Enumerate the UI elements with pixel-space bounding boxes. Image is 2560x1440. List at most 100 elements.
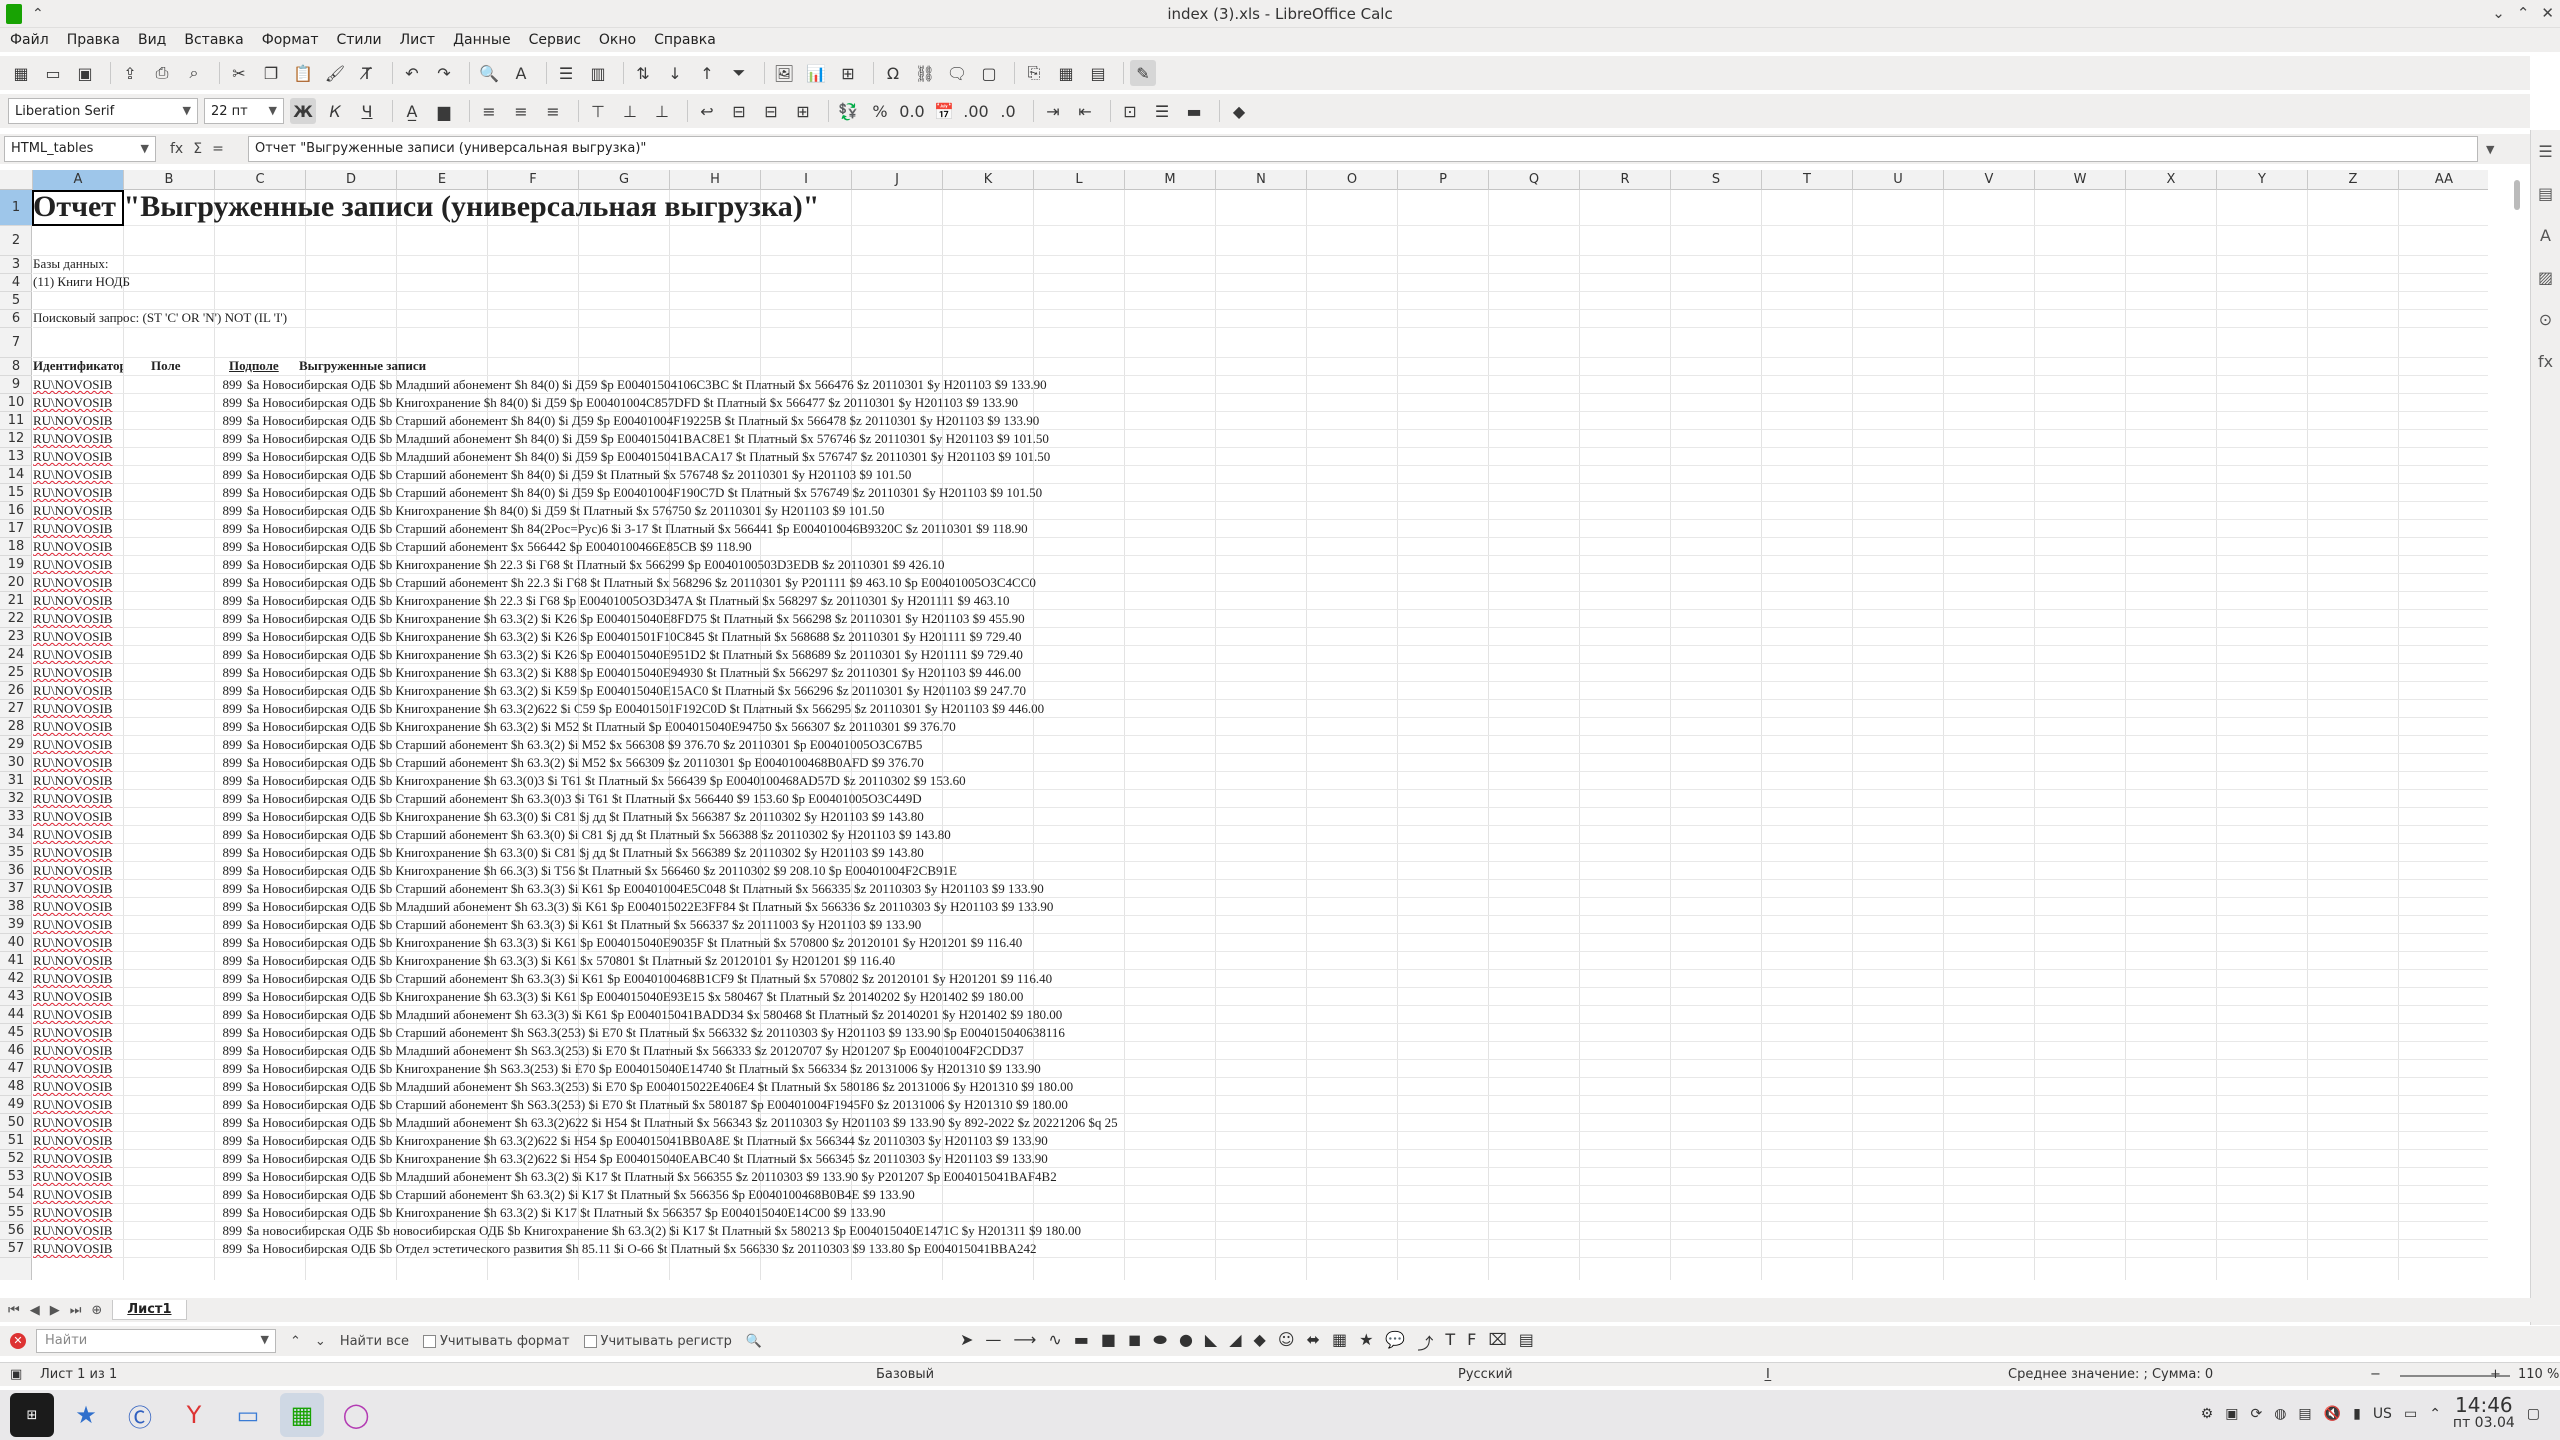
column-header-J[interactable]: J xyxy=(852,170,943,190)
row-header-38[interactable]: 38 xyxy=(0,898,32,916)
menu-tools[interactable]: Сервис xyxy=(529,32,581,48)
cut-icon[interactable]: ✂ xyxy=(226,60,252,86)
merge-cells-icon[interactable]: ⊟ xyxy=(726,98,752,124)
column-header-X[interactable]: X xyxy=(2126,170,2217,190)
row-header-49[interactable]: 49 xyxy=(0,1096,32,1114)
align-bottom-icon[interactable]: ⊥ xyxy=(649,98,675,124)
special-character-icon[interactable]: Ω xyxy=(880,60,906,86)
clipboard-tray-icon[interactable]: ▤ xyxy=(2298,1406,2311,1422)
volume-tray-icon[interactable]: 🔇 xyxy=(2324,1406,2341,1422)
settings-tray-icon[interactable]: ⚙ xyxy=(2201,1406,2214,1422)
column-header-E[interactable]: E xyxy=(397,170,488,190)
table-row[interactable]: RU\NOVOSIB 899 $a Новосибирская ОДБ $b Кни… xyxy=(33,772,2488,790)
column-header-V[interactable]: V xyxy=(1944,170,2035,190)
display-tray-icon[interactable]: ▭ xyxy=(2404,1406,2417,1422)
table-row[interactable]: RU\NOVOSIB 899 $a Новосибирская ОДБ $b Ста… xyxy=(33,520,2488,538)
row-header-35[interactable]: 35 xyxy=(0,844,32,862)
font-size-combo[interactable]: 22 пт ▼ xyxy=(204,98,284,124)
borders-icon[interactable]: ⊡ xyxy=(1117,98,1143,124)
table-row[interactable]: RU\NOVOSIB 899 $a Новосибирская ОДБ $b Кни… xyxy=(33,1150,2488,1168)
wrap-text-icon[interactable]: ↩ xyxy=(694,98,720,124)
print-preview-icon[interactable]: ⌕ xyxy=(181,60,207,86)
find-replace-dialog-icon[interactable]: 🔍 xyxy=(746,1334,762,1349)
table-row[interactable]: RU\NOVOSIB 899 $a Новосибирская ОДБ $b Ста… xyxy=(33,574,2488,592)
column-header-Y[interactable]: Y xyxy=(2217,170,2308,190)
row-header-48[interactable]: 48 xyxy=(0,1078,32,1096)
basic-shapes-icon[interactable]: ◆ xyxy=(1254,1330,1266,1354)
rect-icon[interactable]: ■ xyxy=(1101,1330,1116,1354)
table-row[interactable]: RU\NOVOSIB 899 $a Новосибирская ОДБ $b Мла… xyxy=(33,448,2488,466)
row-header-46[interactable]: 46 xyxy=(0,1042,32,1060)
align-middle-icon[interactable]: ⊥ xyxy=(617,98,643,124)
file-manager-icon[interactable]: ▭ xyxy=(226,1393,270,1437)
menu-view[interactable]: Вид xyxy=(138,32,166,48)
row-header-20[interactable]: 20 xyxy=(0,574,32,592)
db-label-row[interactable]: Базы данных: xyxy=(33,256,2488,274)
callouts-icon[interactable]: 💬 xyxy=(1385,1330,1405,1354)
decrease-indent-icon[interactable]: ⇤ xyxy=(1072,98,1098,124)
sync-tray-icon[interactable]: ⟳ xyxy=(2250,1406,2262,1422)
autofilter-icon[interactable]: ⏷ xyxy=(726,60,752,86)
headers-footers-icon[interactable]: ▢ xyxy=(976,60,1002,86)
row-header-15[interactable]: 15 xyxy=(0,484,32,502)
clock[interactable]: 14:46 пт 03.04 xyxy=(2453,1395,2515,1432)
minimize-icon[interactable]: ⌄ xyxy=(2492,4,2505,22)
table-row[interactable]: RU\NOVOSIB 899 $a Новосибирская ОДБ $b Кни… xyxy=(33,700,2488,718)
column-header-B[interactable]: B xyxy=(124,170,215,190)
row-header-45[interactable]: 45 xyxy=(0,1024,32,1042)
table-row[interactable]: RU\NOVOSIB 899 $a Новосибирская ОДБ $b Ста… xyxy=(33,1024,2488,1042)
delete-decimal-icon[interactable]: .0 xyxy=(995,98,1021,124)
libreoffice-calc-icon[interactable]: ▦ xyxy=(280,1393,324,1437)
empty-row[interactable] xyxy=(33,292,2488,310)
text-box-icon[interactable]: T xyxy=(1445,1330,1455,1354)
sheet-tab-active[interactable]: Лист1 xyxy=(112,1300,187,1320)
row-header-54[interactable]: 54 xyxy=(0,1186,32,1204)
row-header-16[interactable]: 16 xyxy=(0,502,32,520)
table-row[interactable]: RU\NOVOSIB 899 $a Новосибирская ОДБ $b Кни… xyxy=(33,718,2488,736)
align-right-icon[interactable]: ≡ xyxy=(540,98,566,124)
row-header-9[interactable]: 9 xyxy=(0,376,32,394)
row-header-43[interactable]: 43 xyxy=(0,988,32,1006)
row-header-7[interactable]: 7 xyxy=(0,328,32,358)
column-header-S[interactable]: S xyxy=(1671,170,1762,190)
background-color-icon[interactable]: ▆ xyxy=(431,98,457,124)
insert-image-icon[interactable]: 🖼 xyxy=(771,60,797,86)
square-icon[interactable]: ◼ xyxy=(1128,1330,1141,1354)
row-header-55[interactable]: 55 xyxy=(0,1204,32,1222)
table-row[interactable]: RU\NOVOSIB 899 $a Новосибирская ОДБ $b Кни… xyxy=(33,862,2488,880)
add-decimal-icon[interactable]: .00 xyxy=(963,98,989,124)
styles-icon[interactable]: A xyxy=(2536,226,2556,246)
corner-select-all[interactable] xyxy=(0,170,33,190)
row-header-6[interactable]: 6 xyxy=(0,310,32,328)
zoom-out-icon[interactable]: − xyxy=(2370,1367,2381,1382)
close-icon[interactable]: ✕ xyxy=(2541,4,2554,22)
table-row[interactable]: RU\NOVOSIB 899 $a Новосибирская ОДБ $b Ста… xyxy=(33,754,2488,772)
row-header-44[interactable]: 44 xyxy=(0,1006,32,1024)
menu-insert[interactable]: Вставка xyxy=(184,32,243,48)
save-icon[interactable]: ▣ xyxy=(72,60,98,86)
copy-icon[interactable]: ❐ xyxy=(258,60,284,86)
table-row[interactable]: RU\NOVOSIB 899 $a Новосибирская ОДБ $b Мла… xyxy=(33,1114,2488,1132)
row-header-12[interactable]: 12 xyxy=(0,430,32,448)
table-row[interactable]: RU\NOVOSIB 899 $a Новосибирская ОДБ $b Ста… xyxy=(33,1096,2488,1114)
table-row[interactable]: RU\NOVOSIB 899 $a Новосибирская ОДБ $b Кни… xyxy=(33,1060,2488,1078)
undo-icon[interactable]: ↶ xyxy=(399,60,425,86)
title-row[interactable]: Отчет "Выгруженные записи (универсальная… xyxy=(33,190,2488,226)
browser-c-icon[interactable]: Ⓒ xyxy=(118,1393,162,1437)
row-header-41[interactable]: 41 xyxy=(0,952,32,970)
start-menu-icon[interactable]: ⊞ xyxy=(10,1393,54,1437)
functions-icon[interactable]: fx xyxy=(2536,352,2556,372)
table-row[interactable]: RU\NOVOSIB 899 $a Новосибирская ОДБ $b Ста… xyxy=(33,736,2488,754)
currency-format-icon[interactable]: 💱 xyxy=(835,98,861,124)
find-all-button[interactable]: Найти все xyxy=(340,1334,409,1349)
row-header-52[interactable]: 52 xyxy=(0,1150,32,1168)
table-row[interactable]: RU\NOVOSIB 899 $a Новосибирская ОДБ $b Кни… xyxy=(33,628,2488,646)
find-previous-icon[interactable]: ⌃ xyxy=(290,1334,301,1349)
column-header-F[interactable]: F xyxy=(488,170,579,190)
row-header-56[interactable]: 56 xyxy=(0,1222,32,1240)
navigator-icon[interactable]: ⊙ xyxy=(2536,310,2556,330)
column-header-K[interactable]: K xyxy=(943,170,1034,190)
column-header-H[interactable]: H xyxy=(670,170,761,190)
expand-formula-icon[interactable]: ▼ xyxy=(2486,143,2494,156)
column-header-AA[interactable]: AA xyxy=(2399,170,2488,190)
